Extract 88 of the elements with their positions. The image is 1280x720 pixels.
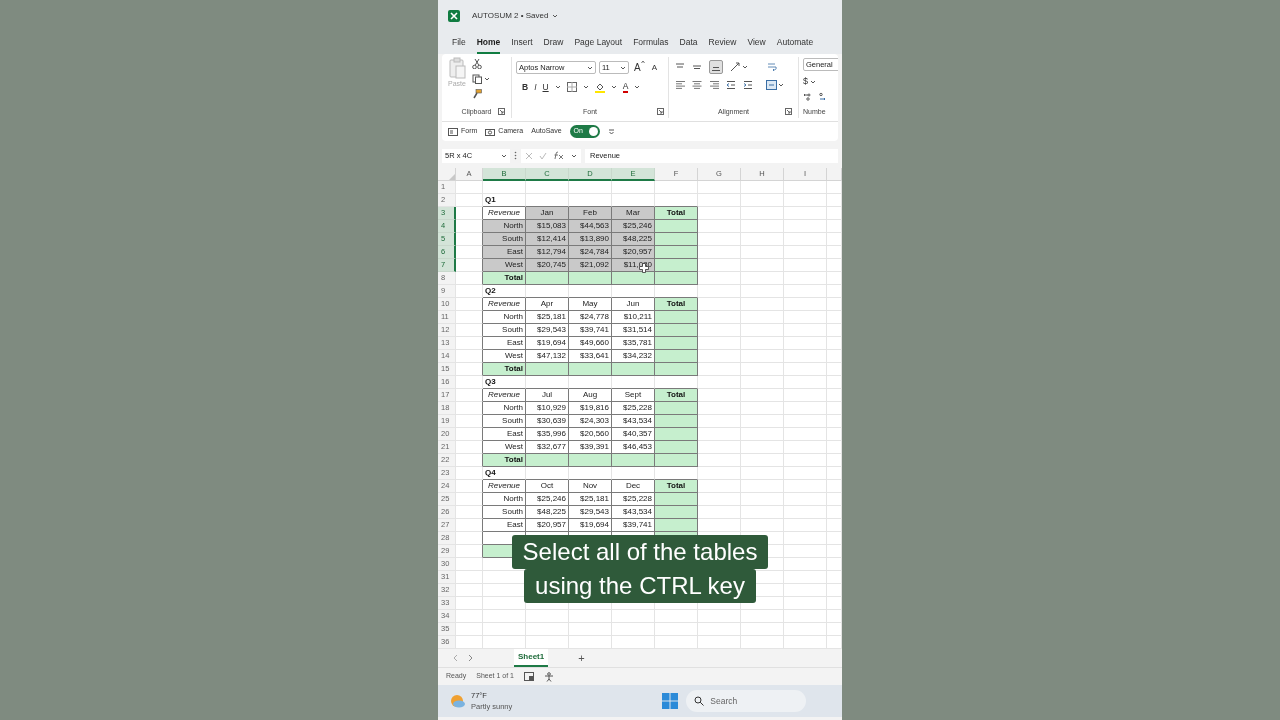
table-cell: Dec — [612, 480, 655, 493]
table-cell: $39,741 — [569, 324, 612, 337]
table-cell: $48,225 — [612, 233, 655, 246]
table-cell: Total — [655, 480, 698, 493]
table-cell: $25,228 — [612, 402, 655, 415]
table-cell: Total — [655, 207, 698, 220]
table-cell: $19,816 — [569, 402, 612, 415]
table-cell: $46,453 — [612, 441, 655, 454]
table-cell: East — [483, 428, 526, 441]
table-cell: $49,660 — [569, 337, 612, 350]
table-cell: West — [483, 441, 526, 454]
table-cell: $20,560 — [569, 428, 612, 441]
table-cell: Jun — [612, 298, 655, 311]
table-cell: South — [483, 233, 526, 246]
table-cell: Jul — [526, 389, 569, 402]
table-cell: East — [483, 337, 526, 350]
table-cell: $13,890 — [569, 233, 612, 246]
table-cell: $47,132 — [526, 350, 569, 363]
table-cell: West — [483, 259, 526, 272]
table-cell: Apr — [526, 298, 569, 311]
table-cell: Total — [483, 454, 526, 467]
table-cell: $20,957 — [526, 519, 569, 532]
table-cell: $25,246 — [612, 220, 655, 233]
table-title: Q2 — [483, 285, 526, 298]
table-cell: $43,534 — [612, 415, 655, 428]
table-cell: Total — [483, 363, 526, 376]
table-cell: $24,784 — [569, 246, 612, 259]
table-cell: Aug — [569, 389, 612, 402]
table-cell: $40,357 — [612, 428, 655, 441]
table-cell: Revenue — [483, 389, 526, 402]
table-cell: $19,694 — [526, 337, 569, 350]
table-cell: Total — [483, 272, 526, 285]
caption-toast: using the CTRL key — [524, 569, 756, 603]
table-cell: $39,391 — [569, 441, 612, 454]
table-cell: $34,232 — [612, 350, 655, 363]
table-cell: $25,181 — [526, 311, 569, 324]
table-cell: North — [483, 493, 526, 506]
table-cell: Total — [655, 389, 698, 402]
table-cell: $32,677 — [526, 441, 569, 454]
table-cell: $35,781 — [612, 337, 655, 350]
table-cell: Feb — [569, 207, 612, 220]
table-cell: $31,514 — [612, 324, 655, 337]
caption-toast: Select all of the tables — [511, 535, 769, 569]
table-cell: $24,778 — [569, 311, 612, 324]
table-cell: Sept — [612, 389, 655, 402]
table-cell: East — [483, 519, 526, 532]
table-cell: $20,957 — [612, 246, 655, 259]
table-cell: Nov — [569, 480, 612, 493]
table-cell: North — [483, 220, 526, 233]
table-cell: East — [483, 246, 526, 259]
table-cell: North — [483, 311, 526, 324]
table-cell: $19,694 — [569, 519, 612, 532]
table-cell: $39,741 — [612, 519, 655, 532]
table-cell: South — [483, 506, 526, 519]
table-cell: Revenue — [483, 298, 526, 311]
table-cell: $25,246 — [526, 493, 569, 506]
table-cell: $29,543 — [526, 324, 569, 337]
table-cell: $15,083 — [526, 220, 569, 233]
table-cell: $20,745 — [526, 259, 569, 272]
table-cell: $29,543 — [569, 506, 612, 519]
table-cell: West — [483, 350, 526, 363]
table-cell: South — [483, 415, 526, 428]
table-cell: $24,303 — [569, 415, 612, 428]
table-cell: Total — [655, 298, 698, 311]
table-cell: $33,641 — [569, 350, 612, 363]
table-cell: $21,092 — [569, 259, 612, 272]
table-cell: $44,563 — [569, 220, 612, 233]
table-cell: $12,794 — [526, 246, 569, 259]
table-cell: Revenue — [483, 480, 526, 493]
table-cell: $12,414 — [526, 233, 569, 246]
table-cell: Mar — [612, 207, 655, 220]
table-cell: Revenue — [483, 207, 526, 220]
table-title: Q4 — [483, 467, 526, 480]
table-cell: Oct — [526, 480, 569, 493]
table-cell: $25,228 — [612, 493, 655, 506]
table-title: Q3 — [483, 376, 526, 389]
table-cell: $30,639 — [526, 415, 569, 428]
table-cell: $10,211 — [612, 311, 655, 324]
table-cell: $25,181 — [569, 493, 612, 506]
table-cell: May — [569, 298, 612, 311]
table-cell: North — [483, 402, 526, 415]
table-cell: $10,929 — [526, 402, 569, 415]
table-cell: $43,534 — [612, 506, 655, 519]
table-cell: South — [483, 324, 526, 337]
table-cell: $48,225 — [526, 506, 569, 519]
table-title: Q1 — [483, 194, 526, 207]
table-cell: Jan — [526, 207, 569, 220]
table-cell: $35,996 — [526, 428, 569, 441]
